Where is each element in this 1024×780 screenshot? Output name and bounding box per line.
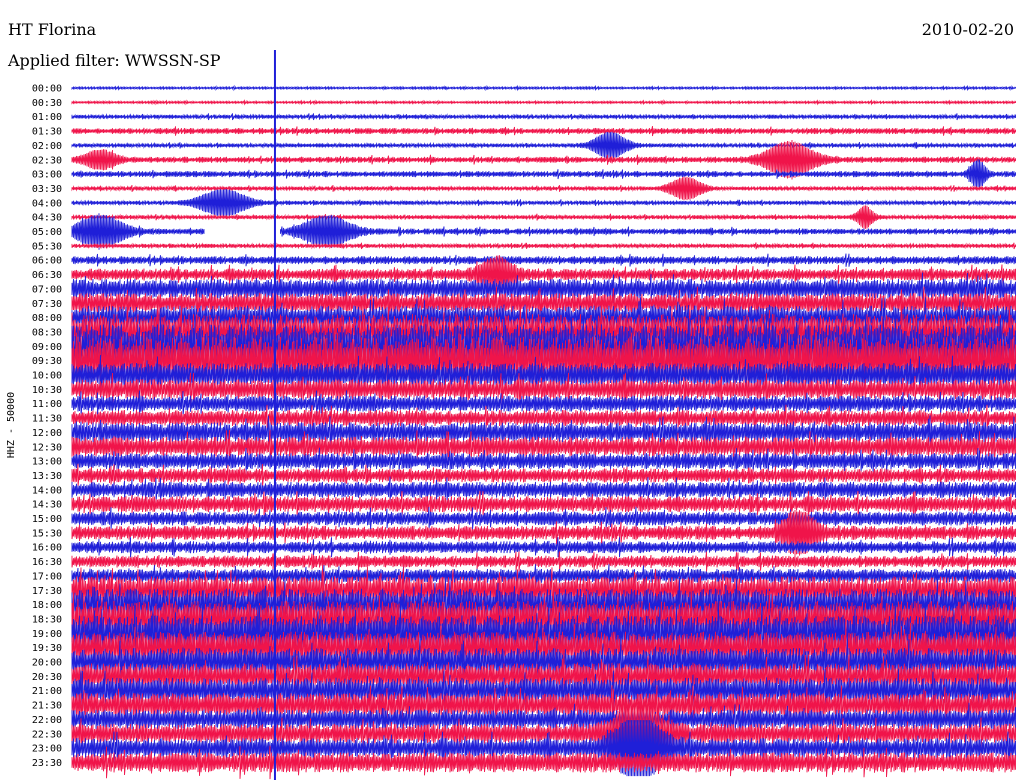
time-label: 13:00 xyxy=(32,457,62,468)
time-label: 11:30 xyxy=(32,414,62,425)
time-label: 01:00 xyxy=(32,112,62,123)
time-label: 17:00 xyxy=(32,571,62,582)
time-label: 12:00 xyxy=(32,428,62,439)
y-axis-label: HHZ - 50000 xyxy=(6,392,17,458)
time-label: 06:30 xyxy=(32,270,62,281)
time-label: 10:00 xyxy=(32,371,62,382)
time-label: 02:00 xyxy=(32,141,62,152)
time-label: 05:00 xyxy=(32,227,62,238)
trace-layer xyxy=(71,84,1016,780)
time-label: 18:00 xyxy=(32,600,62,611)
time-label: 20:30 xyxy=(32,672,62,683)
time-label: 21:30 xyxy=(32,701,62,712)
time-label: 12:30 xyxy=(32,442,62,453)
time-label: 04:00 xyxy=(32,198,62,209)
time-label: 02:30 xyxy=(32,155,62,166)
time-label: 13:30 xyxy=(32,471,62,482)
trace-row-0000 xyxy=(71,84,1016,92)
time-label: 20:00 xyxy=(32,658,62,669)
time-label: 07:00 xyxy=(32,284,62,295)
time-label: 23:00 xyxy=(32,744,62,755)
trace-row-0100 xyxy=(71,113,1016,121)
time-labels: 00:00 00:30 01:00 01:30 02:00 02:30 03:00 03:30… xyxy=(32,84,62,769)
time-label: 11:00 xyxy=(32,399,62,410)
trace-row-0030 xyxy=(71,99,1016,106)
time-label: 10:30 xyxy=(32,385,62,396)
time-label: 22:30 xyxy=(32,729,62,740)
trace-row-0330 xyxy=(71,176,1016,201)
time-label: 00:00 xyxy=(32,84,62,95)
time-label: 09:00 xyxy=(32,342,62,353)
time-label: 16:30 xyxy=(32,557,62,568)
time-label: 16:00 xyxy=(32,543,62,554)
time-label: 15:00 xyxy=(32,514,62,525)
time-label: 21:00 xyxy=(32,686,62,697)
time-label: 22:00 xyxy=(32,715,62,726)
time-label: 08:00 xyxy=(32,313,62,324)
time-label: 01:30 xyxy=(32,127,62,138)
trace-row-1630 xyxy=(71,551,1016,572)
trace-row-1400 xyxy=(71,476,1016,504)
time-label: 09:30 xyxy=(32,356,62,367)
trace-row-1600 xyxy=(71,537,1016,558)
time-label: 14:00 xyxy=(32,485,62,496)
time-label: 07:30 xyxy=(32,299,62,310)
trace-row-0530 xyxy=(71,242,1016,250)
time-label: 15:30 xyxy=(32,528,62,539)
time-label: 04:30 xyxy=(32,213,62,224)
trace-row-0130 xyxy=(71,126,1016,137)
helicorder-plot: 00:00 00:30 01:00 01:30 02:00 02:30 03:00 03:30… xyxy=(6,50,1016,780)
time-label: 08:30 xyxy=(32,327,62,338)
trace-row-0400 xyxy=(71,189,1016,217)
trace-row-0200 xyxy=(71,131,1016,160)
trace-row-1500 xyxy=(71,506,1016,531)
time-label: 03:00 xyxy=(32,170,62,181)
time-label: 19:30 xyxy=(32,643,62,654)
time-label: 05:30 xyxy=(32,241,62,252)
time-label: 17:30 xyxy=(32,586,62,597)
time-label: 00:30 xyxy=(32,98,62,109)
time-label: 18:30 xyxy=(32,614,62,625)
time-label: 23:30 xyxy=(32,758,62,769)
time-label: 06:00 xyxy=(32,256,62,267)
time-label: 19:00 xyxy=(32,629,62,640)
time-label: 14:30 xyxy=(32,500,62,511)
trace-row-0300 xyxy=(71,159,1016,190)
time-label: 03:30 xyxy=(32,184,62,195)
trace-row-0600 xyxy=(71,253,1016,267)
